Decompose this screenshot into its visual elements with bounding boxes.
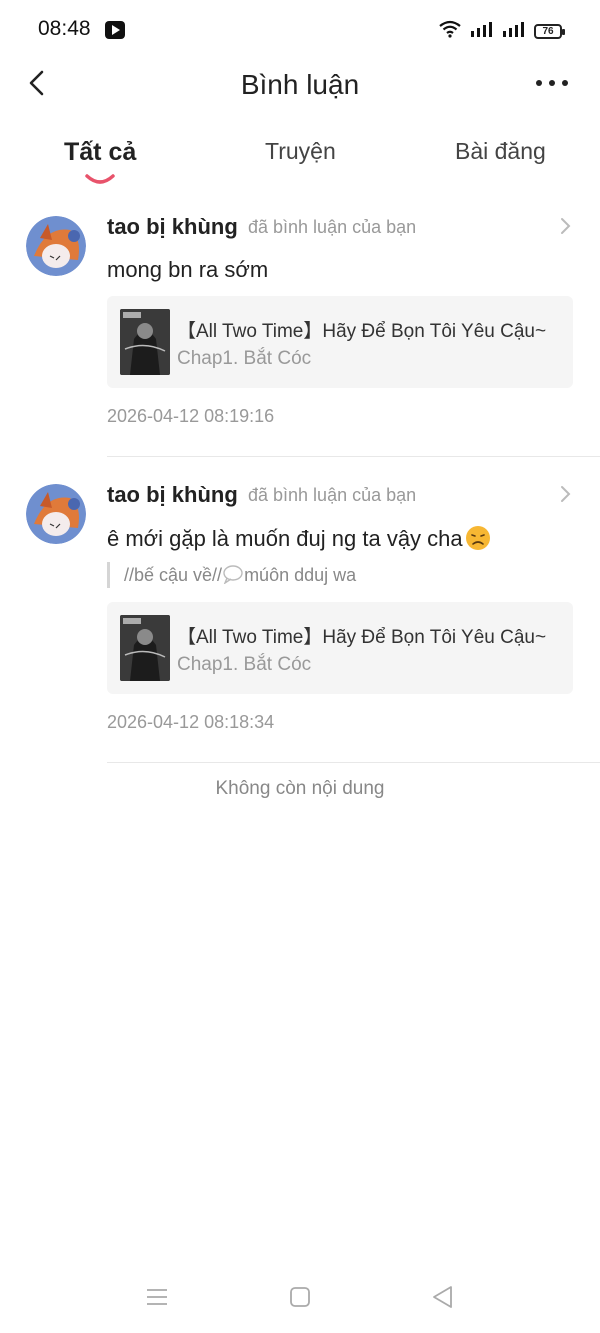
system-nav-bar: [0, 1275, 600, 1320]
divider: [107, 762, 600, 763]
quote-prefix: //bế cậu về//: [124, 565, 223, 585]
story-thumbnail: [120, 309, 170, 375]
tab-bar: Tất cả Truyện Bài đăng: [0, 130, 600, 190]
end-of-list-text: Không còn nội dung: [215, 778, 385, 799]
more-button[interactable]: [532, 70, 572, 96]
story-card[interactable]: 【All Two Time】Hãy Để Bọn Tôi Yêu Cậu~ Ch…: [107, 602, 573, 694]
avatar[interactable]: [26, 484, 86, 544]
disappointed-face-icon: [465, 525, 491, 551]
video-play-icon: [104, 20, 126, 40]
comment-text: mong bn ra sớm: [107, 257, 269, 282]
page-title: Bình luận: [240, 69, 360, 100]
story-title: 【All Two Time】Hãy Để Bọn Tôi Yêu Cậu~: [177, 627, 547, 648]
speech-bubble-icon: [222, 564, 244, 585]
tab-stories[interactable]: Truyện: [265, 138, 336, 165]
menu-icon[interactable]: [145, 1285, 169, 1309]
status-time: 08:48: [38, 17, 91, 40]
signal-icon: [502, 20, 526, 43]
comment-username[interactable]: tao bị khùng: [107, 214, 238, 240]
quote-suffix: múôn dduj wa: [244, 565, 357, 585]
wifi-icon: [438, 20, 462, 43]
status-bar: 08:48 76: [0, 0, 600, 60]
tab-all[interactable]: Tất cả: [64, 138, 136, 167]
more-dots-icon: [536, 80, 568, 86]
home-square-icon[interactable]: [288, 1285, 312, 1309]
signal-icon: [470, 20, 494, 43]
comment-action: đã bình luận của bạn: [248, 217, 417, 237]
chevron-right-icon[interactable]: [558, 484, 572, 504]
story-thumbnail: [120, 615, 170, 681]
battery-icon: 76: [534, 24, 565, 39]
tab-posts[interactable]: Bài đăng: [455, 138, 546, 165]
comment-username[interactable]: tao bị khùng: [107, 482, 238, 508]
story-card[interactable]: 【All Two Time】Hãy Để Bọn Tôi Yêu Cậu~ Ch…: [107, 296, 573, 388]
comment-timestamp: 2026-04-12 08:19:16: [107, 406, 275, 426]
story-title: 【All Two Time】Hãy Để Bọn Tôi Yêu Cậu~: [177, 321, 547, 342]
comment-timestamp: 2026-04-12 08:18:34: [107, 712, 275, 732]
avatar[interactable]: [26, 216, 86, 276]
comment-text-body: ê mới gặp là muốn đuj ng ta vậy cha: [107, 526, 463, 551]
active-tab-indicator: [84, 172, 116, 186]
story-chapter: Chap1. Bắt Cóc: [177, 654, 312, 675]
story-chapter: Chap1. Bắt Cóc: [177, 348, 312, 369]
chevron-right-icon[interactable]: [558, 216, 572, 236]
comment-text: ê mới gặp là muốn đuj ng ta vậy cha: [107, 525, 491, 552]
back-triangle-icon[interactable]: [430, 1284, 456, 1310]
divider: [107, 456, 600, 457]
header: Bình luận: [0, 60, 600, 110]
quoted-text: //bế cậu về// múôn dduj wa: [107, 562, 356, 588]
comment-action: đã bình luận của bạn: [248, 485, 417, 505]
